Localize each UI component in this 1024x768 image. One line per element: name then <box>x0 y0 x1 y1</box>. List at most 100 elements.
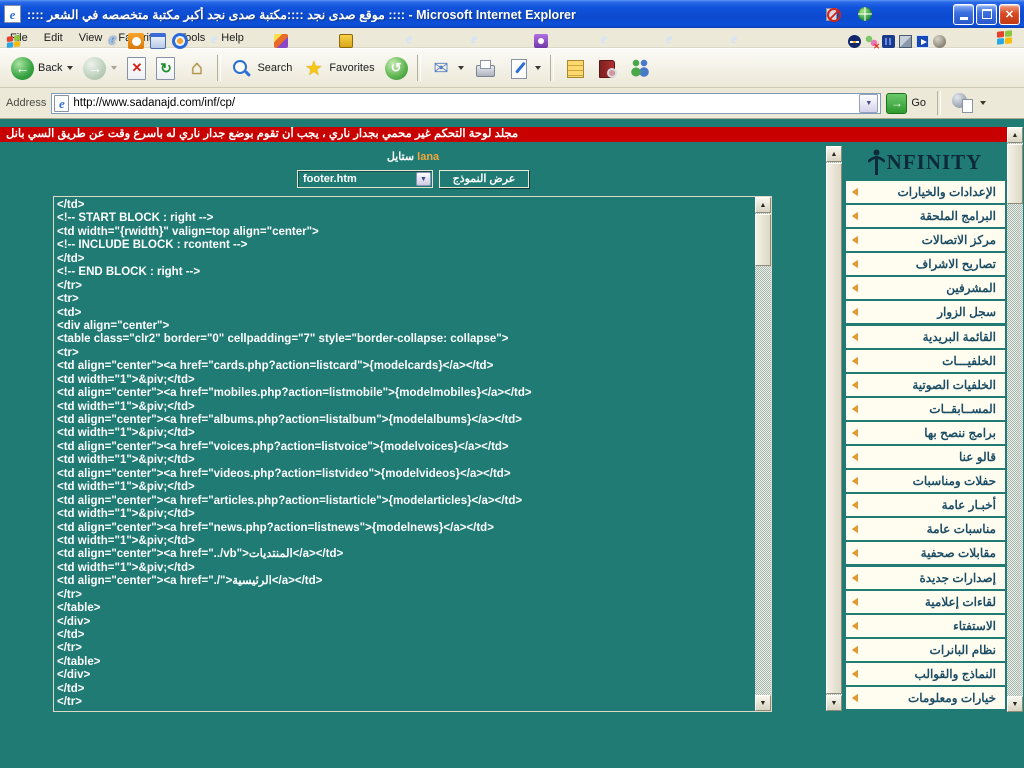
code-line: <td align="center"><a href="voices.php?a… <box>57 441 752 454</box>
infinity-figure-icon <box>868 149 885 175</box>
forward-button[interactable] <box>78 55 122 82</box>
sidebar-item[interactable]: مركز الاتصالات <box>846 229 1005 251</box>
media-quick-launch-icon[interactable] <box>172 33 188 49</box>
display-tray-icon[interactable] <box>882 35 895 48</box>
left-arrow-icon <box>852 333 858 341</box>
messenger-tray-icon[interactable] <box>865 35 878 48</box>
sidebar-item[interactable]: المشرفين <box>846 277 1005 299</box>
clock-quick-launch-icon[interactable] <box>128 33 144 49</box>
scroll-down-icon[interactable] <box>826 695 842 711</box>
back-icon <box>11 57 34 80</box>
sidebar-item[interactable]: خيارات ومعلومات <box>846 687 1005 709</box>
internet-zone-globe-icon <box>858 7 872 21</box>
sidebar-item[interactable]: النماذج والقوالب <box>846 663 1005 685</box>
minimize-button[interactable] <box>953 4 974 25</box>
scroll-up-icon[interactable] <box>1007 127 1023 143</box>
infinity-logo: NFINITY <box>843 145 1007 179</box>
mail-button[interactable] <box>425 55 469 82</box>
scroll-down-icon[interactable] <box>755 695 771 711</box>
favorites-button[interactable]: Favorites <box>297 55 379 82</box>
sidebar-item[interactable]: برامج ننصح بها <box>846 422 1005 444</box>
scrollbar-thumb[interactable] <box>1007 144 1023 204</box>
scroll-down-icon[interactable] <box>1007 696 1023 712</box>
sidebar-item-label: حفلات ومناسبات <box>846 470 1005 492</box>
ie-icon <box>209 34 223 48</box>
restore-button[interactable] <box>976 4 997 25</box>
edit-button[interactable] <box>502 55 546 82</box>
discuss-button[interactable] <box>558 55 591 82</box>
sidebar-item[interactable]: المســابقــات <box>846 398 1005 420</box>
code-line: <td width="1">&piv;</td> <box>57 481 752 494</box>
sidebar-item[interactable]: إصدارات جديدة <box>846 567 1005 589</box>
network-tray-icon[interactable] <box>899 35 912 48</box>
template-select[interactable]: footer.htm <box>297 170 433 188</box>
go-button[interactable]: Go <box>886 93 926 114</box>
sidebar-item[interactable]: القائمة البريدية <box>846 326 1005 348</box>
sidebar-item[interactable]: الخلفيات الصوتية <box>846 374 1005 396</box>
ie-icon <box>664 34 678 48</box>
sidebar-item[interactable]: الاستفتاء <box>846 615 1005 637</box>
player-tray-icon[interactable] <box>916 35 929 48</box>
address-dropdown-icon[interactable] <box>859 94 878 113</box>
history-button[interactable] <box>380 55 413 82</box>
textarea-scrollbar[interactable] <box>755 197 771 711</box>
sidebar-item[interactable]: أخبـار عامة <box>846 494 1005 516</box>
volume-tray-icon[interactable] <box>933 35 946 48</box>
chevron-down-icon[interactable] <box>458 66 464 70</box>
stop-button[interactable] <box>122 55 151 82</box>
scrollbar-thumb[interactable] <box>826 163 842 694</box>
sidebar-item[interactable]: لقاءات إعلامية <box>846 591 1005 613</box>
sidebar-item[interactable]: الإعدادات والخيارات <box>846 181 1005 203</box>
template-code-textarea[interactable]: </td><!-- START BLOCK : right --><td wid… <box>53 196 772 712</box>
globe-document-icon[interactable] <box>952 93 974 113</box>
sidebar-item[interactable]: قالو عنا <box>846 446 1005 468</box>
pulse-tray-icon[interactable] <box>848 35 861 48</box>
ie-quick-launch-icon[interactable] <box>106 33 122 49</box>
sidebar-item[interactable]: سجل الزوار <box>846 301 1005 323</box>
messenger-button[interactable] <box>624 55 657 82</box>
close-button[interactable] <box>999 4 1020 25</box>
sidebar-item[interactable]: نظام البانرات <box>846 639 1005 661</box>
sidebar-item-label: إصدارات جديدة <box>846 567 1005 589</box>
sidebar-item[interactable]: البرامج الملحقة <box>846 205 1005 227</box>
code-line: <td width="1">&piv;</td> <box>57 562 752 575</box>
menu-edit[interactable]: Edit <box>36 30 71 46</box>
print-icon <box>474 57 497 80</box>
back-button[interactable]: Back <box>6 55 78 82</box>
left-arrow-icon <box>852 260 858 268</box>
sidebar-item-label: مقابلات صحفية <box>846 542 1005 564</box>
print-button[interactable] <box>469 55 502 82</box>
sidebar-item[interactable]: حفلات ومناسبات <box>846 470 1005 492</box>
address-input[interactable]: http://www.sadanajd.com/inf/cp/ <box>51 93 881 114</box>
sidebar-item[interactable]: الخلفيـــات <box>846 350 1005 372</box>
chevron-down-icon[interactable] <box>111 66 117 70</box>
scroll-up-icon[interactable] <box>826 146 842 162</box>
window-quick-launch-icon[interactable] <box>150 33 166 49</box>
show-template-button[interactable]: عرض النموذج <box>439 170 529 188</box>
chevron-down-icon[interactable] <box>535 66 541 70</box>
left-arrow-icon <box>852 549 858 557</box>
sidebar-scrollbar[interactable] <box>826 146 842 711</box>
code-line: <td> <box>57 307 752 320</box>
home-button[interactable] <box>180 55 213 82</box>
sidebar-item[interactable]: مقابلات صحفية <box>846 542 1005 564</box>
search-button[interactable]: Search <box>225 55 297 82</box>
sidebar-item[interactable]: تصاريح الاشراف <box>846 253 1005 275</box>
scrollbar-thumb[interactable] <box>755 214 771 266</box>
page-icon <box>54 95 69 112</box>
scroll-up-icon[interactable] <box>755 197 771 213</box>
sidebar-item[interactable]: مناسبات عامة <box>846 518 1005 540</box>
chevron-down-icon[interactable] <box>980 101 986 105</box>
code-line: <div align="center"> <box>57 320 752 333</box>
refresh-button[interactable] <box>151 55 180 82</box>
sidebar-item-label: المســابقــات <box>846 398 1005 420</box>
menu-view[interactable]: View <box>71 30 111 46</box>
style-word: ستايل <box>387 151 414 163</box>
code-line: </tr> <box>57 642 752 655</box>
chevron-down-icon[interactable] <box>67 66 73 70</box>
research-button[interactable] <box>591 55 624 82</box>
page-scrollbar[interactable] <box>1007 127 1023 712</box>
code-line: <td align="center"><a href="news.php?act… <box>57 522 752 535</box>
select-arrow-icon[interactable] <box>416 172 431 186</box>
left-arrow-icon <box>852 525 858 533</box>
